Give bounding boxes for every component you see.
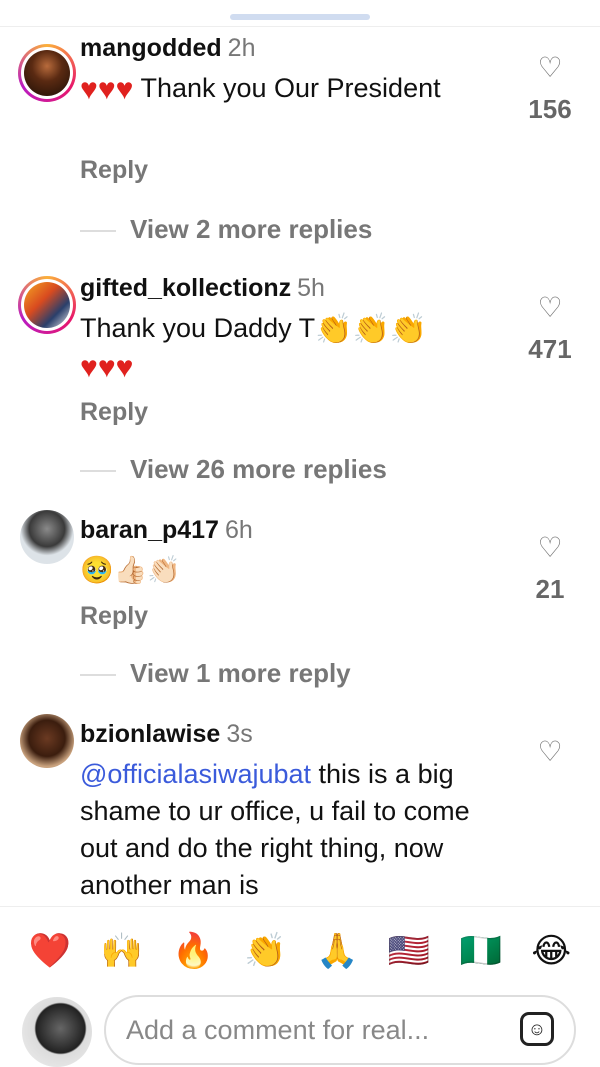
comment-time: 5h [297,274,325,302]
heart-outline-icon: ♡ [537,736,563,767]
like-count: 156 [528,94,572,124]
reaction-pray[interactable]: 🙏 [316,931,358,971]
like-button[interactable]: ♡ [522,738,578,766]
partial-link [230,14,370,20]
comment-text: Thank you Daddy T👏👏👏 ♥♥♥ [80,313,428,384]
like-button[interactable]: ♡ 471 [522,294,578,365]
reaction-us-flag[interactable]: 🇺🇸 [388,931,430,971]
mention-link[interactable]: @officialasiwajubat [80,759,311,789]
comment-username[interactable]: bzionlawise 3s [80,720,253,749]
comment-time: 2h [227,34,256,62]
comment-placeholder: Add a comment for real... [126,1015,430,1045]
top-divider [0,0,600,27]
like-button[interactable]: ♡ 21 [522,534,578,605]
heart-outline-icon: ♡ [537,532,563,563]
view-more-replies[interactable]: View 26 more replies [80,454,387,485]
reaction-clap[interactable]: 👏 [244,931,286,971]
avatar[interactable] [20,714,74,768]
comment-composer: Add a comment for real... ☺ [0,995,600,1067]
comment-username[interactable]: mangodded 2h [80,34,255,63]
comment-text: @officialasiwajubat this is a big shame … [80,759,470,900]
view-more-replies[interactable]: View 2 more replies [80,214,372,245]
comment-input[interactable]: Add a comment for real... ☺ [104,995,576,1065]
heart-outline-icon: ♡ [537,292,563,323]
reply-button[interactable]: Reply [80,398,148,427]
reaction-fire[interactable]: 🔥 [172,931,214,971]
comment-time: 3s [226,720,253,748]
reaction-heart[interactable]: ❤️ [29,931,71,971]
reply-button[interactable]: Reply [80,602,148,631]
comment-username[interactable]: gifted_kollectionz 5h [80,274,325,303]
reaction-laugh[interactable]: 😂 [531,931,571,971]
avatar[interactable] [18,44,76,102]
comment-text: ♥♥♥ Thank you Our President [80,73,441,106]
heart-outline-icon: ♡ [537,52,563,83]
comment-time: 6h [224,516,253,544]
my-avatar [22,997,92,1067]
comment-text: 🥹👍🏻👏🏻 [80,555,181,585]
reply-button[interactable]: Reply [80,156,148,185]
avatar[interactable] [20,510,74,564]
reaction-ng-flag[interactable]: 🇳🇬 [460,931,502,971]
avatar[interactable] [18,276,76,334]
like-count: 21 [535,574,565,604]
sticker-icon[interactable]: ☺ [520,1012,554,1046]
like-count: 471 [528,334,572,364]
quick-reactions-bar: ❤️ 🙌 🔥 👏 🙏 🇺🇸 🇳🇬 😂 [0,906,600,994]
comment-username[interactable]: baran_p417 6h [80,516,253,545]
like-button[interactable]: ♡ 156 [522,54,578,125]
reaction-raised-hands[interactable]: 🙌 [101,931,143,971]
view-more-replies[interactable]: View 1 more reply [80,658,351,689]
